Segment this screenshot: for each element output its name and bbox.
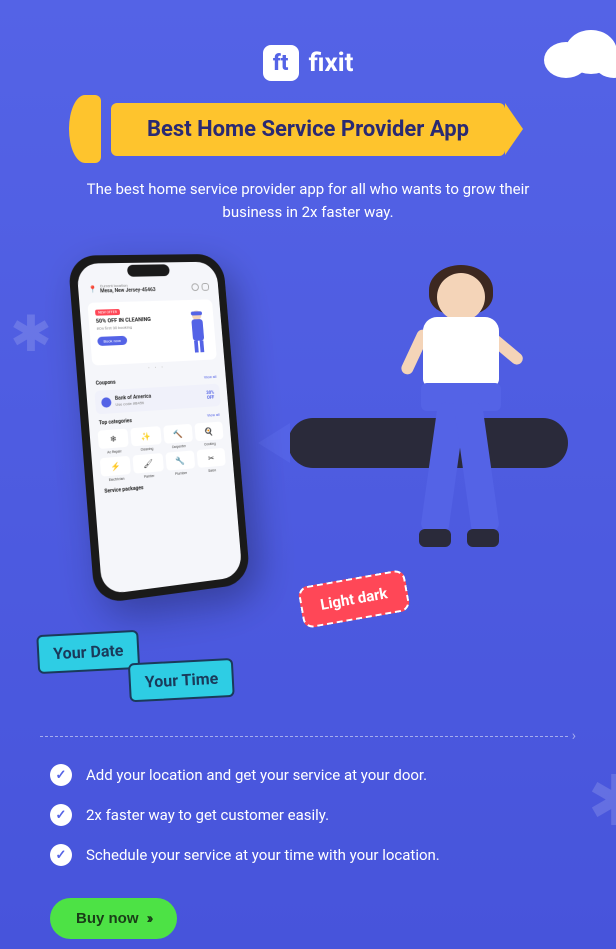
category-label: Carpenter [164, 443, 193, 449]
feature-text: Add your location and get your service a… [86, 766, 427, 784]
category-label: Electrician [101, 476, 131, 483]
cloud-decoration-top [536, 20, 616, 80]
coupons-view-all: View all [204, 374, 217, 381]
feature-item: ✓ Add your location and get your service … [50, 764, 566, 786]
feature-item: ✓ Schedule your service at your time with… [50, 844, 566, 866]
chevron-right-icon: ›› [147, 910, 151, 927]
category-icon: 🍳 [194, 421, 223, 441]
coupon-discount-label: OFF [207, 395, 215, 400]
logo-text: fixit [309, 48, 354, 78]
book-now-button: Book now [97, 336, 127, 346]
feature-item: ✓ 2x faster way to get customer easily. [50, 804, 566, 826]
feature-text: Schedule your service at your time with … [86, 846, 440, 864]
category-label: Cleaning [132, 446, 162, 452]
category-icon: 🖌 [133, 453, 164, 474]
asterisk-decoration-right: ✱ [587, 760, 616, 843]
search-icon [191, 283, 199, 291]
category-item: 🖌Painter [133, 453, 164, 480]
location-pin-icon: 📍 [88, 285, 97, 293]
category-icon: ❄ [98, 428, 129, 449]
offer-tag: NEW OFFER [95, 309, 120, 316]
your-date-label: Your Date [36, 630, 140, 674]
packages-title: Service packages [104, 485, 144, 495]
category-item: ✂Salon [196, 448, 226, 474]
category-label: Plumber [167, 470, 196, 477]
check-icon: ✓ [50, 844, 72, 866]
hero-title-ribbon: Best Home Service Provider App [111, 103, 505, 156]
category-icon: 🔧 [165, 450, 195, 470]
category-label: Salon [198, 467, 226, 474]
category-icon: ✂ [196, 448, 225, 468]
buy-now-button[interactable]: Buy now ›› [50, 898, 177, 939]
categories-view-all: View all [207, 412, 220, 419]
categories-title: Top categories [99, 418, 132, 426]
check-icon: ✓ [50, 764, 72, 786]
category-icon: ⚡ [100, 456, 131, 477]
category-item: 🔧Plumber [165, 450, 196, 476]
section-divider: › [0, 728, 616, 744]
category-item: ⚡Electrician [100, 456, 132, 483]
your-time-label: Your Time [128, 658, 235, 702]
coupons-title: Coupons [96, 380, 116, 387]
woman-illustration [391, 273, 531, 593]
feature-text: 2x faster way to get customer easily. [86, 806, 329, 824]
location-value: Mesa, New Jersey-45463 [100, 286, 189, 294]
arrow-right-icon: › [572, 728, 576, 744]
category-item: 🔨Carpenter [163, 424, 194, 450]
category-label: Cooking [196, 441, 224, 447]
worker-illustration [185, 307, 211, 355]
category-item: ✨Cleaning [130, 426, 161, 452]
bell-icon [201, 282, 209, 290]
hero-subtitle: The best home service provider app for a… [0, 178, 616, 223]
buy-now-label: Buy now [76, 910, 139, 927]
brand-logo: ft fixit [0, 0, 616, 81]
offer-card: NEW OFFER 50% OFF IN CLEANING #On first … [87, 299, 216, 365]
category-label: Ac Repair [99, 449, 129, 456]
bank-icon [101, 397, 112, 408]
light-dark-badge: Light dark [297, 569, 410, 629]
logo-icon: ft [263, 45, 299, 81]
phone-mockup: 📍 Current location Mesa, New Jersey-4546… [68, 254, 251, 604]
category-item: 🍳Cooking [194, 421, 224, 447]
check-icon: ✓ [50, 804, 72, 826]
category-icon: ✨ [130, 426, 161, 446]
hero-title: Best Home Service Provider App [147, 117, 469, 142]
date-time-badge: Your Date Your Time [36, 625, 235, 707]
category-item: ❄Ac Repair [98, 428, 130, 455]
category-label: Painter [134, 473, 164, 480]
category-icon: 🔨 [163, 424, 193, 444]
